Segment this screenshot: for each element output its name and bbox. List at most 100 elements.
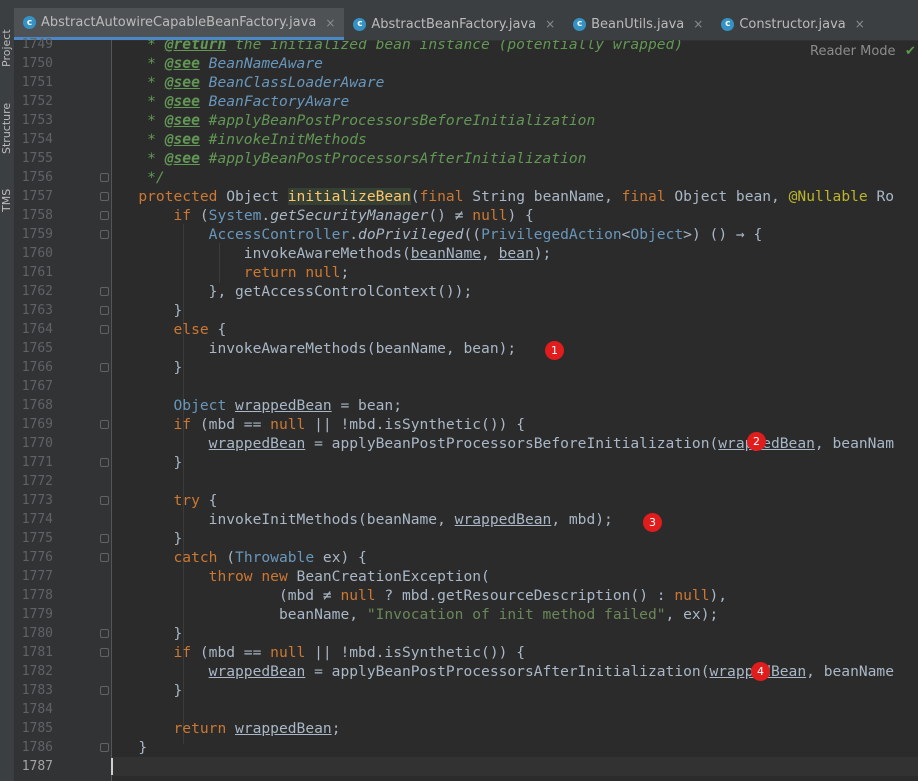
reader-mode-button[interactable]: Reader Mode: [810, 44, 896, 59]
line-number[interactable]: 1749: [15, 35, 53, 54]
step-badge-3: 3: [643, 513, 662, 532]
line-number[interactable]: 1770: [15, 434, 53, 453]
code-line-1778: (mbd ≠ null ? mbd.getResourceDescription…: [278, 587, 728, 604]
code-line-1783: }: [173, 682, 183, 699]
code-line-1749: * @return the initialized bean instance …: [138, 40, 684, 53]
step-badge-2: 2: [747, 432, 766, 451]
line-number[interactable]: 1776: [15, 548, 53, 567]
code-line-1774: invokeInitMethods(beanName, wrappedBean,…: [208, 511, 613, 528]
step-badge-1: 1: [545, 341, 564, 360]
line-number[interactable]: 1777: [15, 567, 53, 586]
line-number[interactable]: 1780: [15, 624, 53, 643]
line-number[interactable]: 1771: [15, 453, 53, 472]
line-number[interactable]: 1772: [15, 472, 53, 491]
line-number[interactable]: 1753: [15, 111, 53, 130]
tms-tool-tab[interactable]: TMS: [0, 186, 14, 214]
fold-marker[interactable]: [100, 363, 109, 372]
code-line-1758: if (System.getSecurityManager() ≠ null) …: [173, 207, 534, 224]
inspection-ok-icon[interactable]: ✔: [905, 44, 916, 59]
fold-marker[interactable]: [100, 458, 109, 467]
line-number[interactable]: 1778: [15, 586, 53, 605]
fold-marker[interactable]: [100, 534, 109, 543]
main-toolbar: [0, 0, 918, 8]
line-number[interactable]: 1767: [15, 377, 53, 396]
code-line-1757: protected Object initializeBean(final St…: [138, 188, 895, 205]
line-number[interactable]: 1754: [15, 130, 53, 149]
fold-marker[interactable]: [100, 629, 109, 638]
line-number[interactable]: 1769: [15, 415, 53, 434]
line-number[interactable]: 1783: [15, 681, 53, 700]
line-number[interactable]: 1765: [15, 339, 53, 358]
code-line-1754: * @see #invokeInitMethods: [138, 131, 367, 148]
fold-marker[interactable]: [100, 648, 109, 657]
fold-marker[interactable]: [100, 420, 109, 429]
tab-abstract-autowire-capable-bean-factory[interactable]: c AbstractAutowireCapableBeanFactory.jav…: [14, 8, 345, 40]
fold-marker[interactable]: [100, 496, 109, 505]
close-icon[interactable]: ×: [325, 16, 335, 30]
line-number[interactable]: 1752: [15, 92, 53, 111]
line-number[interactable]: 1750: [15, 54, 53, 73]
line-number[interactable]: 1785: [15, 719, 53, 738]
java-class-icon: c: [353, 17, 367, 31]
code-editor[interactable]: * @return the initialized bean instance …: [112, 40, 918, 781]
fold-marker[interactable]: [100, 192, 109, 201]
fold-marker[interactable]: [100, 173, 109, 182]
close-icon[interactable]: ×: [545, 17, 555, 31]
tab-bean-utils[interactable]: c BeanUtils.java ×: [564, 8, 712, 40]
code-line-1781: if (mbd == null || !mbd.isSynthetic()) {: [173, 644, 525, 661]
line-number[interactable]: 1756: [15, 168, 53, 187]
code-line-1769: if (mbd == null || !mbd.isSynthetic()) {: [173, 416, 525, 433]
tool-window-strip: Project Structure TMS: [0, 8, 15, 781]
fold-marker[interactable]: [100, 211, 109, 220]
line-number[interactable]: 1758: [15, 206, 53, 225]
line-number[interactable]: 1761: [15, 263, 53, 282]
line-number[interactable]: 1774: [15, 510, 53, 529]
line-number[interactable]: 1781: [15, 643, 53, 662]
line-number[interactable]: 1782: [15, 662, 53, 681]
code-line-1765: invokeAwareMethods(beanName, bean);: [208, 340, 517, 357]
tab-constructor[interactable]: c Constructor.java ×: [712, 8, 874, 40]
line-number[interactable]: 1751: [15, 73, 53, 92]
structure-tool-tab[interactable]: Structure: [0, 100, 14, 156]
tab-abstract-bean-factory[interactable]: c AbstractBeanFactory.java ×: [344, 8, 564, 40]
code-line-1750: * @see BeanNameAware: [138, 55, 323, 72]
line-number[interactable]: 1766: [15, 358, 53, 377]
line-number[interactable]: 1787: [15, 757, 53, 776]
line-number[interactable]: 1784: [15, 700, 53, 719]
line-number[interactable]: 1757: [15, 187, 53, 206]
tab-label: BeanUtils.java: [591, 16, 685, 32]
line-number[interactable]: 1755: [15, 149, 53, 168]
java-class-icon: c: [573, 17, 587, 31]
fold-marker[interactable]: [100, 230, 109, 239]
line-number[interactable]: 1775: [15, 529, 53, 548]
close-icon[interactable]: ×: [855, 17, 865, 31]
tab-label: Constructor.java: [739, 16, 846, 32]
line-number[interactable]: 1773: [15, 491, 53, 510]
code-line-1762: }, getAccessControlContext());: [208, 283, 473, 300]
tab-label: AbstractAutowireCapableBeanFactory.java: [41, 15, 317, 30]
line-number[interactable]: 1760: [15, 244, 53, 263]
java-class-icon: c: [721, 17, 735, 31]
fold-marker[interactable]: [100, 325, 109, 334]
java-class-icon: c: [23, 16, 36, 29]
fold-marker[interactable]: [100, 287, 109, 296]
line-number[interactable]: 1762: [15, 282, 53, 301]
fold-marker[interactable]: [100, 743, 109, 752]
code-line-1785: return wrappedBean;: [173, 720, 341, 737]
fold-marker[interactable]: [100, 686, 109, 695]
code-line-1752: * @see BeanFactoryAware: [138, 93, 350, 110]
line-number[interactable]: 1764: [15, 320, 53, 339]
line-number[interactable]: 1779: [15, 605, 53, 624]
line-number[interactable]: 1786: [15, 738, 53, 757]
fold-marker[interactable]: [100, 553, 109, 562]
code-line-1776: catch (Throwable ex) {: [173, 549, 367, 566]
tab-label: AbstractBeanFactory.java: [371, 16, 537, 32]
project-tool-tab[interactable]: Project: [0, 24, 14, 72]
line-number[interactable]: 1763: [15, 301, 53, 320]
code-line-1766: }: [173, 359, 183, 376]
fold-marker[interactable]: [100, 306, 109, 315]
line-number[interactable]: 1768: [15, 396, 53, 415]
close-icon[interactable]: ×: [693, 17, 703, 31]
code-line-1761: return null;: [243, 264, 350, 281]
line-number[interactable]: 1759: [15, 225, 53, 244]
